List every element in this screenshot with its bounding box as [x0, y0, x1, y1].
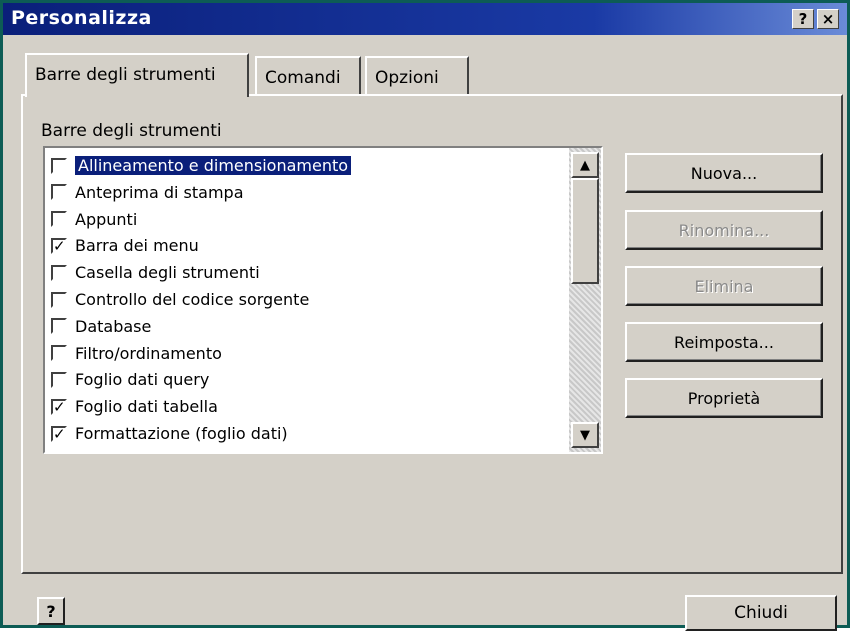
toolbar-checkbox[interactable]: [51, 371, 67, 388]
toolbar-checkbox[interactable]: [51, 425, 67, 442]
tab-toolbars-label: Barre degli strumenti: [35, 65, 216, 85]
list-item[interactable]: Anteprima di stampa: [45, 179, 569, 206]
new-button[interactable]: Nuova...: [625, 153, 823, 193]
toolbar-label: Filtro/ordinamento: [75, 343, 222, 363]
tab-commands[interactable]: Comandi: [255, 56, 361, 94]
window-title: Personalizza: [11, 7, 152, 29]
tab-options[interactable]: Opzioni: [365, 56, 469, 94]
list-item[interactable]: Controllo del codice sorgente: [45, 286, 569, 313]
toolbar-checkbox[interactable]: [51, 291, 67, 308]
scroll-up-icon[interactable]: ▲: [571, 152, 599, 178]
toolbar-checkbox[interactable]: [51, 345, 67, 362]
toolbars-list-label: Barre degli strumenti: [41, 121, 222, 141]
toolbar-checkbox[interactable]: [51, 398, 67, 415]
title-bar: Personalizza ? ×: [3, 3, 847, 35]
help-button[interactable]: ?: [37, 597, 65, 625]
help-icon[interactable]: ?: [792, 9, 814, 29]
toolbars-list-items: Allineamento e dimensionamento Anteprima …: [45, 148, 569, 452]
scroll-down-icon[interactable]: ▼: [571, 422, 599, 448]
list-item[interactable]: Casella degli strumenti: [45, 259, 569, 286]
toolbar-label: Allineamento e dimensionamento: [75, 156, 352, 175]
list-item[interactable]: Formattazione (foglio dati): [45, 420, 569, 447]
toolbar-label: Controllo del codice sorgente: [75, 290, 310, 309]
properties-button[interactable]: Proprietà: [625, 378, 823, 418]
toolbar-label: Appunti: [75, 209, 138, 229]
list-scrollbar[interactable]: ▲ ▼: [569, 148, 601, 452]
toolbar-label: Anteprima di stampa: [75, 182, 244, 202]
list-item[interactable]: Allineamento e dimensionamento: [45, 152, 569, 179]
toolbars-list[interactable]: Allineamento e dimensionamento Anteprima …: [43, 146, 603, 454]
toolbar-label: Foglio dati query: [75, 370, 210, 390]
toolbar-checkbox[interactable]: [51, 318, 67, 335]
tab-commands-label: Comandi: [265, 68, 341, 88]
toolbar-label: Foglio dati tabella: [75, 397, 218, 417]
list-item[interactable]: Foglio dati tabella: [45, 393, 569, 420]
list-item[interactable]: Barra dei menu: [45, 232, 569, 259]
toolbar-checkbox[interactable]: [51, 211, 67, 228]
rename-button[interactable]: Rinomina...: [625, 210, 823, 250]
close-button[interactable]: Chiudi: [685, 595, 837, 631]
toolbar-checkbox[interactable]: [51, 264, 67, 281]
delete-button[interactable]: Elimina: [625, 266, 823, 306]
scrollbar-thumb[interactable]: [571, 178, 599, 284]
list-item[interactable]: Filtro/ordinamento: [45, 340, 569, 367]
toolbar-label: Barra dei menu: [75, 236, 199, 256]
tab-options-label: Opzioni: [375, 68, 439, 88]
customize-dialog: Personalizza ? × Barre degli strumenti C…: [0, 0, 850, 631]
list-item[interactable]: Database: [45, 313, 569, 340]
list-item[interactable]: Foglio dati query: [45, 366, 569, 393]
toolbar-checkbox[interactable]: [51, 184, 67, 201]
toolbar-label: Casella degli strumenti: [75, 263, 260, 283]
toolbar-label: Database: [75, 316, 152, 336]
toolbar-checkbox[interactable]: [51, 237, 67, 254]
reset-button[interactable]: Reimposta...: [625, 322, 823, 362]
toolbar-checkbox[interactable]: [51, 157, 67, 174]
tab-toolbars[interactable]: Barre degli strumenti: [25, 53, 249, 97]
toolbar-label: Formattazione (foglio dati): [75, 424, 288, 443]
close-icon[interactable]: ×: [817, 9, 839, 29]
list-item[interactable]: Appunti: [45, 206, 569, 233]
